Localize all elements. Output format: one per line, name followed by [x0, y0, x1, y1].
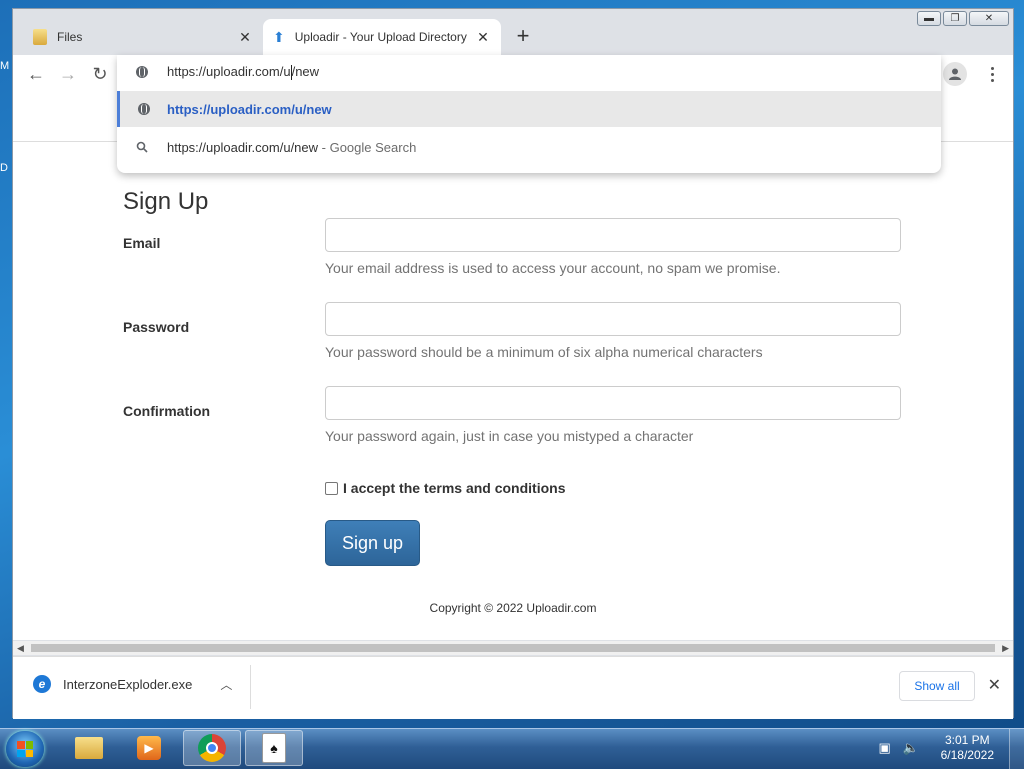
copyright-text: Copyright © 2022 Uploadir.com — [429, 601, 597, 615]
scroll-left-icon[interactable]: ◀ — [17, 643, 24, 654]
taskbar-media-player[interactable]: ▶ — [120, 730, 178, 766]
close-tab-icon[interactable]: ✕ — [475, 29, 491, 46]
globe-icon — [136, 66, 148, 78]
taskbar-solitaire[interactable]: ♠ — [245, 730, 303, 766]
search-icon — [117, 141, 167, 153]
globe-icon — [137, 103, 150, 115]
close-tab-icon[interactable]: ✕ — [237, 29, 253, 46]
chrome-icon — [198, 734, 226, 762]
kebab-menu-icon[interactable] — [985, 62, 999, 86]
clock-date: 6/18/2022 — [940, 748, 994, 762]
new-tab-icon[interactable]: + — [511, 25, 535, 47]
windows-logo-icon — [17, 741, 33, 757]
uploadir-icon: ⬆ — [273, 28, 285, 45]
close-icon[interactable]: ✕ — [988, 675, 1001, 695]
tab-files[interactable]: Files ✕ — [23, 20, 263, 54]
suggestion-search-text: https://uploadir.com/u/new — [167, 139, 319, 155]
page-title: Sign Up — [123, 188, 209, 215]
scrollbar-thumb[interactable] — [31, 644, 995, 652]
confirmation-label: Confirmation — [123, 403, 211, 419]
tab-uploadir[interactable]: ⬆ Uploadir - Your Upload Directory ✕ — [263, 19, 501, 55]
show-all-button[interactable]: Show all — [899, 671, 975, 701]
tab-strip: Files ✕ ⬆ Uploadir - Your Upload Directo… — [13, 9, 1013, 55]
network-icon[interactable]: ▣ — [877, 740, 893, 756]
address-bar[interactable]: https://uploadir.com/u/new — [117, 55, 941, 89]
suggestion-url[interactable]: https://uploadir.com/u/new — [117, 91, 941, 127]
download-filename: InterzoneExploder.exe — [63, 676, 193, 692]
start-button[interactable] — [6, 731, 44, 767]
terms-label[interactable]: I accept the terms and conditions — [343, 480, 566, 496]
reload-icon[interactable]: ↻ — [89, 63, 111, 85]
chevron-up-icon[interactable]: ︿ — [220, 676, 232, 693]
show-desktop-button[interactable] — [1009, 729, 1024, 769]
email-field[interactable] — [325, 218, 901, 252]
system-tray: ▣ 🔈 3:01 PM 6/18/2022 — [877, 733, 994, 763]
suggestion-search-suffix: - Google Search — [318, 139, 417, 155]
terms-checkbox[interactable] — [325, 481, 338, 495]
confirmation-field[interactable] — [325, 386, 901, 420]
forward-arrow-icon[interactable]: → — [57, 63, 79, 85]
ie-file-icon: e — [33, 675, 51, 693]
volume-icon[interactable]: 🔈 — [903, 740, 919, 756]
page-content: Sign Up Email Your email address is used… — [13, 142, 1013, 640]
taskbar-chrome[interactable] — [183, 730, 241, 766]
password-field[interactable] — [325, 302, 901, 336]
scroll-right-icon[interactable]: ▶ — [1002, 643, 1009, 654]
password-help: Your password should be a minimum of six… — [325, 344, 763, 360]
confirmation-help: Your password again, just in case you mi… — [325, 428, 694, 444]
address-input-text[interactable]: https://uploadir.com/u/new — [167, 63, 320, 81]
folder-icon — [33, 29, 47, 45]
address-typed-prefix: https://uploadir.com/u — [167, 63, 291, 79]
playing-cards-icon: ♠ — [262, 733, 286, 763]
omnibox-dropdown: https://uploadir.com/u/new https://uploa… — [117, 55, 941, 173]
terms-row: I accept the terms and conditions — [325, 480, 566, 496]
media-player-icon: ▶ — [137, 736, 161, 760]
taskbar-explorer[interactable] — [60, 730, 118, 766]
suggestion-url-text: https://uploadir.com/u/new — [167, 101, 332, 117]
password-label: Password — [123, 319, 190, 335]
browser-window: ▬ ❐ ✕ Files ✕ ⬆ Uploadir - Your Upload D… — [12, 8, 1014, 719]
email-label: Email — [123, 235, 161, 251]
back-arrow-icon[interactable]: ← — [25, 63, 47, 85]
download-shelf: e InterzoneExploder.exe ︿ Show all ✕ — [13, 656, 1013, 719]
folder-icon — [75, 737, 103, 759]
horizontal-scrollbar[interactable]: ◀ ▶ — [13, 641, 1013, 655]
tab-title: Files — [57, 30, 83, 44]
clock-time: 3:01 PM — [944, 733, 990, 747]
tab-title: Uploadir - Your Upload Directory — [294, 30, 467, 44]
clock[interactable]: 3:01 PM 6/18/2022 — [941, 733, 994, 763]
profile-icon[interactable] — [943, 62, 967, 86]
download-item[interactable]: e InterzoneExploder.exe ︿ — [33, 675, 232, 693]
taskbar: ▶ ♠ ▣ 🔈 3:01 PM 6/18/2022 — [0, 728, 1024, 769]
email-help: Your email address is used to access you… — [325, 260, 781, 276]
signup-button[interactable]: Sign up — [325, 520, 420, 566]
divider — [250, 665, 251, 709]
address-typed-suffix: /new — [291, 63, 320, 79]
suggestion-search[interactable]: https://uploadir.com/u/new - Google Sear… — [117, 129, 941, 165]
